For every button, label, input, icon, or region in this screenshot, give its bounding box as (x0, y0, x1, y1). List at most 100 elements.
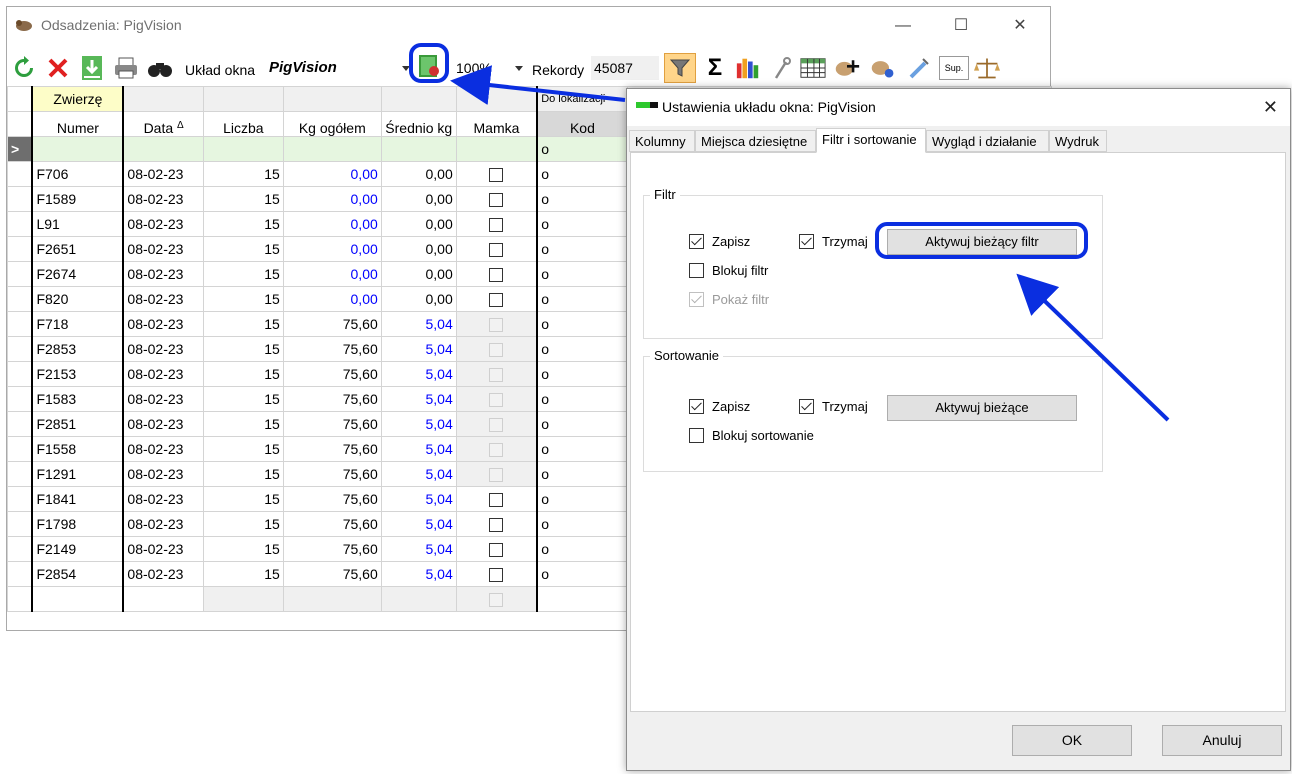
cell-data[interactable]: 08-02-23 (122, 511, 204, 537)
filter-cell[interactable] (380, 136, 457, 162)
cell-numer[interactable]: F1841 (31, 486, 124, 512)
row-indicator-cell[interactable] (7, 436, 33, 462)
cell-kod[interactable]: o (536, 336, 628, 362)
cell-data[interactable]: 08-02-23 (122, 186, 204, 212)
minimize-button[interactable]: — (893, 16, 913, 36)
new-row-cell[interactable] (380, 586, 457, 612)
cell-liczba[interactable]: 15 (202, 186, 284, 212)
cell-avg[interactable]: 0,00 (380, 236, 457, 262)
cell-kg[interactable]: 75,60 (282, 411, 382, 437)
tab-miejsca-dziesietne[interactable]: Miejsca dziesiętne (695, 130, 816, 152)
column-header-kod[interactable]: Kod (536, 111, 628, 137)
cell-liczba[interactable]: 15 (202, 311, 284, 337)
mamka-checkbox[interactable] (489, 293, 504, 308)
cell-avg[interactable]: 0,00 (380, 161, 457, 187)
cell-kod[interactable]: o (536, 236, 628, 262)
column-header-avg[interactable]: Średnio kg (380, 111, 457, 137)
cell-data[interactable]: 08-02-23 (122, 361, 204, 387)
cell-numer[interactable]: F2153 (31, 361, 124, 387)
cancel-button[interactable]: Anuluj (1162, 725, 1282, 756)
cell-avg[interactable]: 5,04 (380, 486, 457, 512)
cell-data[interactable]: 08-02-23 (122, 161, 204, 187)
sort-keep-checkbox[interactable]: Trzymaj (799, 399, 868, 414)
cell-data[interactable]: 08-02-23 (122, 561, 204, 587)
print-icon[interactable] (113, 55, 139, 81)
delete-icon[interactable] (45, 55, 71, 81)
cell-mamka[interactable] (455, 311, 538, 337)
row-indicator-cell[interactable] (7, 536, 33, 562)
cell-liczba[interactable]: 15 (202, 236, 284, 262)
cell-avg[interactable]: 0,00 (380, 286, 457, 312)
cell-kg[interactable]: 75,60 (282, 536, 382, 562)
cell-kod[interactable]: o (536, 286, 628, 312)
row-indicator-cell[interactable] (7, 561, 33, 587)
filter-cell[interactable] (455, 136, 538, 162)
cell-kg[interactable]: 0,00 (282, 236, 382, 262)
tab-wydruk[interactable]: Wydruk (1049, 130, 1107, 152)
wrench-icon[interactable] (769, 55, 795, 81)
cell-kg[interactable]: 75,60 (282, 486, 382, 512)
mamka-checkbox[interactable] (489, 543, 504, 558)
cell-data[interactable]: 08-02-23 (122, 211, 204, 237)
layout-select[interactable]: PigVision (263, 56, 413, 80)
cell-mamka[interactable] (455, 361, 538, 387)
cell-avg[interactable]: 5,04 (380, 436, 457, 462)
cell-avg[interactable]: 5,04 (380, 561, 457, 587)
mamka-checkbox[interactable] (489, 518, 504, 533)
cell-kod[interactable]: o (536, 361, 628, 387)
cell-avg[interactable]: 5,04 (380, 536, 457, 562)
filter-keep-checkbox[interactable]: Trzymaj (799, 234, 868, 249)
cell-liczba[interactable]: 15 (202, 536, 284, 562)
ok-button[interactable]: OK (1012, 725, 1132, 756)
mamka-checkbox[interactable] (489, 393, 504, 408)
cell-numer[interactable]: F1589 (31, 186, 124, 212)
cell-numer[interactable]: F2854 (31, 561, 124, 587)
cell-mamka[interactable] (455, 236, 538, 262)
row-indicator-cell[interactable] (7, 211, 33, 237)
activate-filter-button[interactable]: Aktywuj bieżący filtr (887, 229, 1077, 255)
mamka-checkbox[interactable] (489, 568, 504, 583)
cell-kod[interactable]: o (536, 461, 628, 487)
cell-data[interactable]: 08-02-23 (122, 436, 204, 462)
mamka-checkbox[interactable] (489, 343, 504, 358)
cell-avg[interactable]: 0,00 (380, 186, 457, 212)
cell-kod[interactable]: o (536, 311, 628, 337)
sort-lock-checkbox[interactable]: Blokuj sortowanie (689, 428, 814, 443)
column-header-numer[interactable]: Numer (31, 111, 124, 137)
row-indicator-cell[interactable] (7, 386, 33, 412)
cell-kg[interactable]: 75,60 (282, 386, 382, 412)
cell-data[interactable]: 08-02-23 (122, 461, 204, 487)
cell-liczba[interactable]: 15 (202, 336, 284, 362)
filter-cell[interactable] (122, 136, 204, 162)
cell-kg[interactable]: 0,00 (282, 286, 382, 312)
cell-mamka[interactable] (455, 486, 538, 512)
row-indicator-cell[interactable] (7, 486, 33, 512)
cell-mamka[interactable] (455, 386, 538, 412)
cell-mamka[interactable] (455, 436, 538, 462)
cell-mamka[interactable] (455, 461, 538, 487)
tab-kolumny[interactable]: Kolumny (629, 130, 695, 152)
cell-mamka[interactable] (455, 186, 538, 212)
mamka-checkbox[interactable] (489, 268, 504, 283)
cell-data[interactable]: 08-02-23 (122, 411, 204, 437)
cell-kg[interactable]: 75,60 (282, 336, 382, 362)
cell-kod[interactable]: o (536, 211, 628, 237)
cell-numer[interactable]: F718 (31, 311, 124, 337)
cell-avg[interactable]: 5,04 (380, 411, 457, 437)
cell-mamka[interactable] (455, 411, 538, 437)
new-row-cell[interactable] (282, 586, 382, 612)
cell-data[interactable]: 08-02-23 (122, 486, 204, 512)
table-icon[interactable] (800, 55, 826, 81)
cell-avg[interactable]: 5,04 (380, 361, 457, 387)
layout-settings-icon[interactable] (416, 53, 442, 79)
cell-data[interactable]: 08-02-23 (122, 311, 204, 337)
filter-cell[interactable] (31, 136, 124, 162)
cell-avg[interactable]: 0,00 (380, 211, 457, 237)
cell-numer[interactable]: F1558 (31, 436, 124, 462)
new-row-cell[interactable] (31, 586, 124, 612)
column-header-liczba[interactable]: Liczba (202, 111, 284, 137)
sup-icon[interactable]: Sup. (939, 56, 969, 80)
filter-cell-kod[interactable]: o (536, 136, 628, 162)
cell-kg[interactable]: 75,60 (282, 436, 382, 462)
cell-numer[interactable]: F820 (31, 286, 124, 312)
